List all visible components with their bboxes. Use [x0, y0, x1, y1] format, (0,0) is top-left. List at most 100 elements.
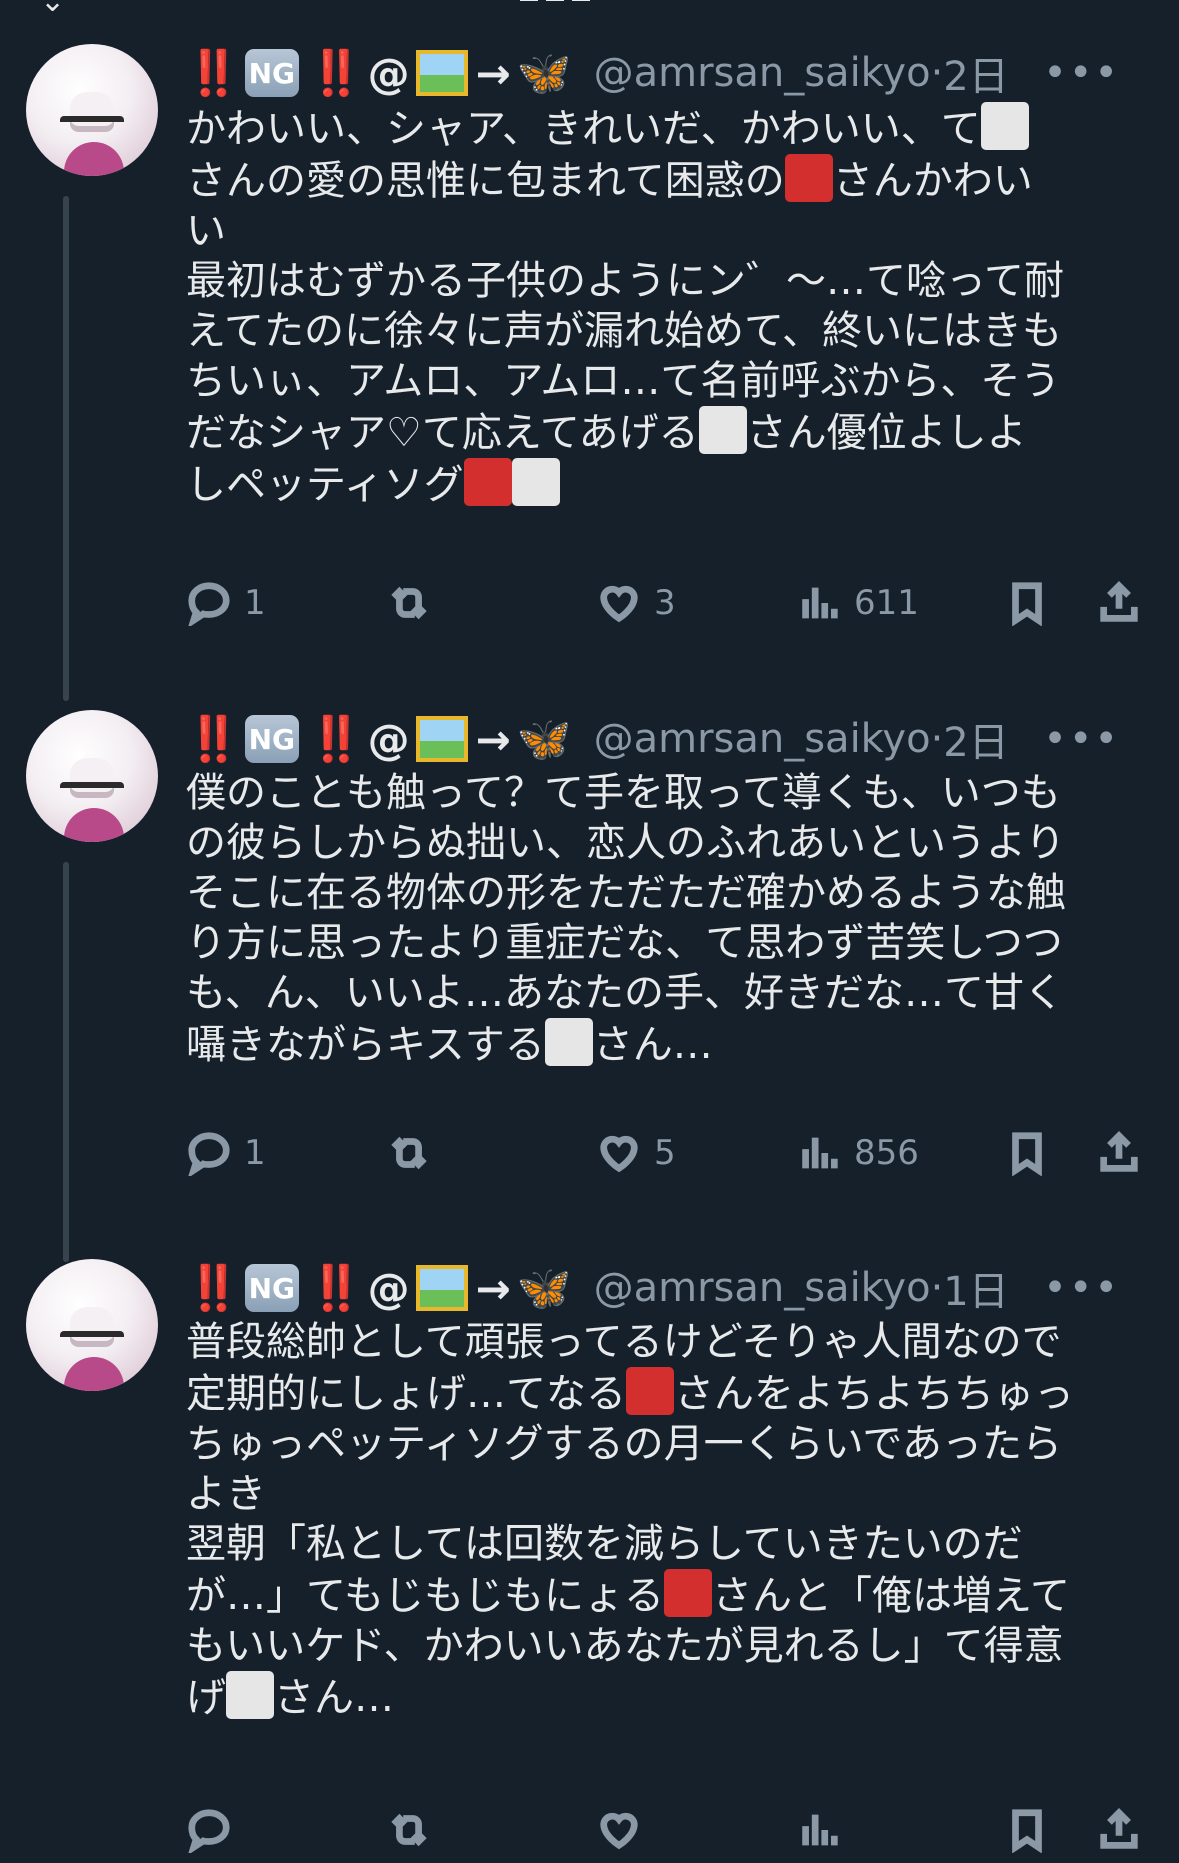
- action-bar: 1 3 611: [186, 580, 1146, 636]
- text-line: よき: [186, 1469, 1146, 1519]
- like-count: 5: [654, 1133, 676, 1173]
- text-segment: 翌朝「私としては回数を減らしていきたいのだ: [186, 1521, 1023, 1567]
- heart-icon: [600, 585, 638, 623]
- text-segment: り方に思ったより重症だな、て思わず苦笑しつつ: [186, 920, 1063, 966]
- reply-icon: [188, 1132, 230, 1176]
- avatar[interactable]: [26, 44, 158, 176]
- views-chart-icon: [802, 1137, 838, 1169]
- reply-button[interactable]: [186, 1807, 232, 1853]
- text-line: り方に思ったより重症だな、て思わず苦笑しつつ: [186, 918, 1146, 968]
- separator-dot: ·: [930, 716, 944, 762]
- views-button[interactable]: 611: [796, 580, 919, 626]
- butterfly-icon: 🦋: [516, 48, 572, 99]
- post-text: 普段総帥として頑張ってるけどそりゃ人間なので 定期的にしょげ…てなる さんをよちよち…: [186, 1317, 1146, 1723]
- share-button[interactable]: [1096, 1807, 1142, 1853]
- repost-button[interactable]: [386, 1130, 432, 1176]
- arrow-icon: →: [475, 714, 511, 764]
- arrow-icon: →: [475, 1263, 511, 1313]
- at-sign: @: [367, 48, 410, 98]
- text-segment: 定期的にしょげ…てなる: [186, 1371, 626, 1417]
- text-segment: ちゅっペッティソグするの月一くらいであったら: [186, 1421, 1062, 1467]
- text-segment: 僕のことも触って？て手を取って導くも、いつも: [186, 770, 1061, 816]
- text-segment: かわいい、シャア、きれいだ、かわいい、て: [186, 106, 981, 152]
- text-line: 僕のことも触って？て手を取って導くも、いつも: [186, 768, 1146, 818]
- like-count: 3: [654, 583, 676, 623]
- red-square-icon: [784, 154, 833, 202]
- text-segment: さん…: [592, 1022, 713, 1068]
- text-segment: さんと「俺は増えて: [712, 1573, 1070, 1619]
- bookmark-icon: [1012, 582, 1042, 626]
- double-exclamation-icon: ‼️: [186, 1263, 241, 1314]
- butterfly-icon: 🦋: [516, 714, 572, 765]
- back-chevron-icon[interactable]: ⌄: [40, 0, 65, 19]
- view-count: 611: [854, 583, 919, 623]
- more-options-icon[interactable]: •••: [1043, 50, 1120, 96]
- header-title-fragment: [520, 0, 640, 6]
- text-line: の彼らしからぬ拙い、恋人のふれあいというより: [186, 818, 1146, 868]
- post-text: 僕のことも触って？て手を取って導くも、いつも の彼らしからぬ拙い、恋人のふれあいと…: [186, 768, 1146, 1070]
- user-handle[interactable]: @amrsan_saikyo: [594, 716, 931, 762]
- text-line: げ さん…: [186, 1671, 1146, 1723]
- user-handle[interactable]: @amrsan_saikyo: [594, 1265, 931, 1311]
- repost-icon: [391, 586, 427, 620]
- like-button[interactable]: 3: [596, 580, 676, 626]
- red-square-icon: [463, 458, 512, 506]
- post-time[interactable]: 2日: [943, 710, 1008, 768]
- post-time[interactable]: 2日: [943, 44, 1008, 102]
- avatar[interactable]: [26, 710, 158, 842]
- repost-button[interactable]: [386, 580, 432, 626]
- top-bar: ⌄: [0, 0, 1179, 20]
- white-square-icon: [980, 102, 1029, 150]
- action-bar: 1 5 856: [186, 1130, 1146, 1186]
- text-line: そこに在る物体の形をただただ確かめるような触: [186, 868, 1146, 918]
- text-line: もいいケド、かわいいあなたが見れるし」て得意: [186, 1621, 1146, 1671]
- butterfly-icon: 🦋: [516, 1263, 572, 1314]
- repost-button[interactable]: [386, 1807, 432, 1853]
- ng-badge-icon: NG: [244, 1264, 299, 1312]
- thread-connector: [63, 196, 69, 701]
- bookmark-icon: [1012, 1809, 1042, 1853]
- bookmark-button[interactable]: [1004, 1807, 1050, 1853]
- bookmark-button[interactable]: [1004, 580, 1050, 626]
- text-line: ちいぃ、アムロ、アムロ…て名前呼ぶから、そう: [186, 356, 1146, 406]
- views-button[interactable]: [796, 1807, 842, 1853]
- text-segment: 最初はむずかる子供のようにン゛〜…て唸って耐: [186, 258, 1064, 304]
- double-exclamation-icon: ‼️: [186, 714, 241, 765]
- text-line: 定期的にしょげ…てなる さんをよちよちちゅっ: [186, 1367, 1146, 1419]
- reply-count: 1: [244, 1133, 266, 1173]
- bookmark-button[interactable]: [1004, 1130, 1050, 1176]
- reply-button[interactable]: 1: [186, 580, 266, 626]
- text-line: が…」てもじもじもにょる さんと「俺は増えて: [186, 1569, 1146, 1621]
- picture-icon: [415, 50, 468, 96]
- post-header: ‼️ NG ‼️ @ → 🦋 @amrsan_saikyo · 2日: [186, 710, 1146, 768]
- post-time[interactable]: 1日: [943, 1259, 1008, 1317]
- text-line: 普段総帥として頑張ってるけどそりゃ人間なので: [186, 1317, 1146, 1367]
- views-button[interactable]: 856: [796, 1130, 919, 1176]
- view-count: 856: [854, 1133, 919, 1173]
- avatar[interactable]: [26, 1259, 158, 1391]
- text-segment: い: [186, 208, 226, 254]
- more-options-icon[interactable]: •••: [1043, 1265, 1120, 1311]
- at-sign: @: [367, 714, 410, 764]
- post-header: ‼️ NG ‼️ @ → 🦋 @amrsan_saikyo · 1日: [186, 1259, 1146, 1317]
- text-line: かわいい、シャア、きれいだ、かわいい、て: [186, 102, 1146, 154]
- share-button[interactable]: [1096, 1130, 1142, 1176]
- more-options-icon[interactable]: •••: [1043, 716, 1120, 762]
- text-line: 翌朝「私としては回数を減らしていきたいのだ: [186, 1519, 1146, 1569]
- text-line: 最初はむずかる子供のようにン゛〜…て唸って耐: [186, 256, 1146, 306]
- text-line: しペッティソグ: [186, 458, 1146, 510]
- user-handle[interactable]: @amrsan_saikyo: [594, 50, 931, 96]
- share-button[interactable]: [1096, 580, 1142, 626]
- text-segment: さんをよちよちちゅっ: [674, 1371, 1074, 1417]
- thread-connector: [63, 862, 69, 1262]
- red-square-icon: [664, 1569, 712, 1617]
- like-button[interactable]: 5: [596, 1130, 676, 1176]
- like-button[interactable]: [596, 1807, 642, 1853]
- text-line: だなシャア♡て応えてあげる さん優位よしよ: [186, 406, 1146, 458]
- white-square-icon: [544, 1018, 593, 1066]
- text-segment: さんの愛の思惟に包まれて困惑の: [186, 158, 785, 204]
- text-segment: 囁きながらキスする: [186, 1022, 545, 1068]
- bookmark-icon: [1012, 1132, 1042, 1176]
- reply-button[interactable]: 1: [186, 1130, 266, 1176]
- text-line: い: [186, 206, 1146, 256]
